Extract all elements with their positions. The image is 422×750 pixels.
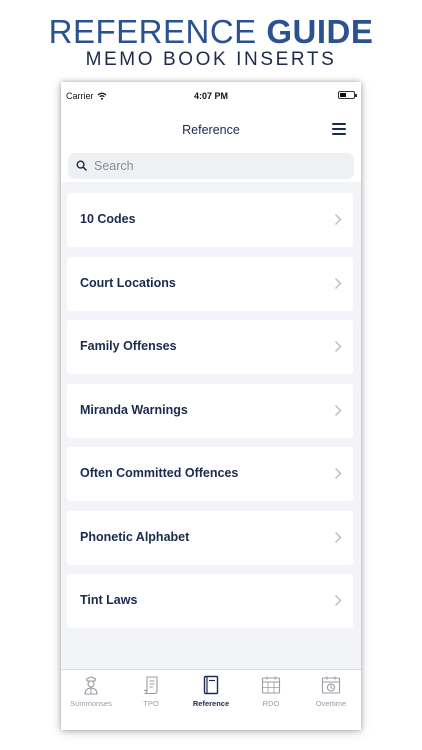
- headline-title-light: REFERENCE: [48, 13, 267, 50]
- officer-icon: [84, 676, 98, 695]
- tab-summonses[interactable]: Summonses: [61, 670, 121, 730]
- list-item-court-locations[interactable]: Court Locations: [67, 256, 353, 311]
- headline-title: REFERENCE GUIDE: [0, 14, 422, 50]
- calendar-icon: [261, 676, 281, 694]
- chevron-right-icon: [335, 468, 342, 479]
- search-icon: [76, 160, 87, 171]
- document-scroll-icon: [143, 676, 158, 695]
- search-bar: [61, 150, 361, 182]
- list-item-label: Often Committed Offences: [80, 466, 239, 480]
- tab-label: TPO: [143, 699, 159, 708]
- tab-tpo[interactable]: TPO: [121, 670, 181, 730]
- status-bar: Carrier 4:07 PM: [61, 82, 361, 110]
- status-time: 4:07 PM: [193, 91, 228, 101]
- tab-label: RDO: [262, 699, 280, 708]
- tab-bar: Summonses TPO Reference RDO Overtime: [61, 669, 361, 730]
- list-item-label: Tint Laws: [80, 593, 138, 607]
- chevron-right-icon: [335, 595, 342, 606]
- list-item-miranda-warnings[interactable]: Miranda Warnings: [67, 383, 353, 438]
- headline-title-bold: GUIDE: [266, 13, 374, 50]
- calendar-clock-icon: [321, 676, 341, 694]
- nav-bar: Reference: [61, 110, 361, 150]
- list-item-label: Phonetic Alphabet: [80, 529, 190, 544]
- chevron-right-icon: [335, 341, 342, 352]
- headline-subtitle: MEMO BOOK INSERTS: [85, 49, 337, 70]
- list-item-label: 10 Codes: [80, 212, 136, 226]
- book-icon: [203, 675, 219, 695]
- tab-overtime[interactable]: Overtime: [301, 670, 361, 730]
- phone-screen: Carrier 4:07 PM Reference 10 Co: [61, 82, 361, 730]
- list-item-tint-laws[interactable]: Tint Laws: [67, 574, 353, 628]
- list-item-phonetic-alphabet[interactable]: Phonetic Alphabet: [67, 510, 353, 565]
- tab-label: Summonses: [70, 699, 112, 708]
- search-field[interactable]: [68, 153, 354, 179]
- list-item-family-offenses[interactable]: Family Offenses: [67, 320, 353, 374]
- promo-headline: REFERENCE GUIDE MEMO BOOK INSERTS: [0, 14, 422, 71]
- tab-label: Reference: [192, 699, 230, 708]
- tab-reference[interactable]: Reference: [181, 670, 241, 730]
- battery-icon: [338, 91, 357, 99]
- list-item-often-committed-offences[interactable]: Often Committed Offences: [67, 447, 353, 501]
- list-item-label: Family Offenses: [80, 339, 177, 353]
- chevron-right-icon: [335, 531, 342, 543]
- chevron-right-icon: [335, 214, 342, 225]
- chevron-right-icon: [335, 277, 342, 289]
- list-item-label: Court Locations: [80, 275, 176, 290]
- tab-rdo[interactable]: RDO: [241, 670, 301, 730]
- chevron-right-icon: [335, 404, 342, 416]
- hamburger-menu-icon[interactable]: [332, 123, 346, 137]
- tab-label: Overtime: [315, 699, 347, 708]
- search-input[interactable]: [94, 157, 344, 175]
- page-title: Reference: [182, 123, 240, 137]
- list-item-label: Miranda Warnings: [80, 402, 188, 417]
- list-item-10-codes[interactable]: 10 Codes: [67, 193, 353, 247]
